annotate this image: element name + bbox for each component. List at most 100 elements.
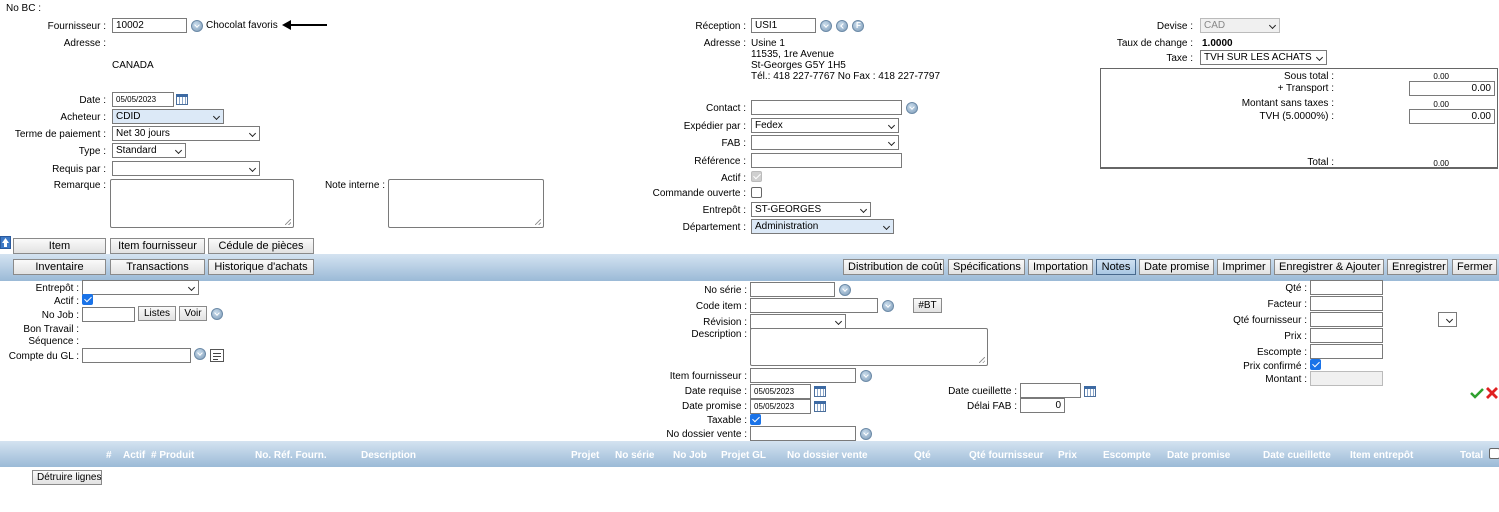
date-promised-calendar-icon[interactable] bbox=[814, 401, 826, 412]
remark-textarea[interactable] bbox=[110, 179, 294, 228]
contact-lookup-icon[interactable] bbox=[906, 102, 918, 114]
cost-distribution-button[interactable]: Distribution de coût bbox=[843, 259, 944, 275]
date-required-label: Date requise : bbox=[684, 386, 747, 397]
col-job: No Job bbox=[673, 450, 707, 461]
sales-file-label: No dossier vente : bbox=[666, 429, 747, 440]
lists-button[interactable]: Listes bbox=[138, 306, 176, 321]
price-label: Prix : bbox=[1284, 331, 1307, 342]
reception-prev-icon[interactable] bbox=[836, 20, 848, 32]
supplier-qty-input[interactable] bbox=[1310, 312, 1383, 327]
cancel-x-icon[interactable] bbox=[1486, 387, 1498, 399]
save-and-add-button[interactable]: Enregistrer & Ajouter bbox=[1274, 259, 1384, 275]
sales-file-input[interactable] bbox=[750, 426, 856, 441]
tab-item[interactable]: Item bbox=[13, 238, 106, 254]
tab-parts-schedule[interactable]: Cédule de pièces bbox=[208, 238, 314, 254]
active-checkbox[interactable] bbox=[751, 171, 762, 182]
gl-lookup-icon[interactable] bbox=[194, 348, 206, 360]
buyer-select[interactable]: CDID bbox=[112, 109, 224, 124]
reception-address-line-2: 11535, 1re Avenue bbox=[751, 49, 835, 60]
internal-note-textarea[interactable] bbox=[388, 179, 544, 228]
tab-inventory[interactable]: Inventaire bbox=[13, 259, 106, 275]
ship-select[interactable]: Fedex bbox=[751, 118, 899, 133]
gl-account-input[interactable] bbox=[82, 348, 191, 363]
taxable-checkbox[interactable] bbox=[750, 414, 761, 425]
type-select[interactable]: Standard bbox=[112, 143, 186, 158]
warehouse-select[interactable]: ST-GEORGES bbox=[751, 202, 871, 217]
save-button[interactable]: Enregistrer bbox=[1387, 259, 1448, 275]
qty-label: Qté : bbox=[1285, 283, 1307, 294]
fab-delay-input[interactable]: 0 bbox=[1020, 398, 1065, 413]
contact-input[interactable] bbox=[751, 100, 902, 115]
reception-address-line-1: Usine 1 bbox=[751, 38, 785, 49]
confirm-check-icon[interactable] bbox=[1470, 387, 1484, 399]
price-confirmed-checkbox[interactable] bbox=[1310, 359, 1321, 370]
amount-label: Montant : bbox=[1265, 374, 1307, 385]
reception-f-icon[interactable] bbox=[852, 20, 864, 32]
supplier-lookup-icon[interactable] bbox=[191, 20, 203, 32]
open-order-label: Commande ouverte : bbox=[652, 188, 746, 199]
fab-select[interactable] bbox=[751, 135, 899, 150]
tab-purchase-history[interactable]: Historique d'achats bbox=[208, 259, 314, 275]
transport-input[interactable]: 0.00 bbox=[1409, 81, 1495, 96]
print-button[interactable]: Imprimer bbox=[1217, 259, 1271, 275]
type-label: Type : bbox=[78, 146, 106, 157]
unit-select[interactable] bbox=[1438, 312, 1457, 327]
terms-label: Terme de paiement : bbox=[14, 129, 106, 140]
promise-date-button[interactable]: Date promise bbox=[1139, 259, 1214, 275]
date-input[interactable]: 05/05/2023 bbox=[112, 92, 174, 107]
factor-input[interactable] bbox=[1310, 296, 1383, 311]
tab-item-supplier[interactable]: Item fournisseur bbox=[110, 238, 205, 254]
item-code-input[interactable] bbox=[750, 298, 878, 313]
description-textarea[interactable] bbox=[750, 328, 988, 366]
delete-lines-button[interactable]: Détruire lignes bbox=[32, 470, 102, 485]
line-warehouse-select[interactable] bbox=[82, 280, 199, 295]
currency-select[interactable]: CAD bbox=[1200, 18, 1280, 33]
pick-date-calendar-icon[interactable] bbox=[1084, 386, 1096, 397]
revision-select[interactable] bbox=[750, 314, 846, 329]
requested-select[interactable] bbox=[112, 161, 260, 176]
import-button[interactable]: Importation bbox=[1028, 259, 1093, 275]
select-all-checkbox[interactable] bbox=[1489, 448, 1499, 459]
supplier-item-input[interactable] bbox=[750, 368, 856, 383]
supplier-code-input[interactable]: 10002 bbox=[112, 18, 187, 33]
job-input[interactable] bbox=[82, 307, 135, 322]
qty-input[interactable] bbox=[1310, 280, 1383, 295]
sales-file-lookup-icon[interactable] bbox=[860, 428, 872, 440]
terms-select[interactable]: Net 30 jours bbox=[112, 126, 260, 141]
tab-transactions[interactable]: Transactions bbox=[110, 259, 205, 275]
job-lookup-icon[interactable] bbox=[211, 308, 223, 320]
item-code-lookup-icon[interactable] bbox=[882, 300, 894, 312]
date-required-calendar-icon[interactable] bbox=[814, 386, 826, 397]
reception-address-line-3: St-Georges G5Y 1H5 bbox=[751, 60, 846, 71]
line-active-checkbox[interactable] bbox=[82, 294, 93, 305]
supplier-item-lookup-icon[interactable] bbox=[860, 370, 872, 382]
col-project: Projet bbox=[571, 450, 600, 461]
reception-lookup-icon[interactable] bbox=[820, 20, 832, 32]
department-select[interactable]: Administration bbox=[751, 219, 894, 234]
ship-label: Expédier par : bbox=[683, 121, 746, 132]
pick-date-input[interactable] bbox=[1020, 383, 1081, 398]
close-button[interactable]: Fermer bbox=[1452, 259, 1497, 275]
collapse-up-icon[interactable] bbox=[0, 236, 11, 249]
address-label: Adresse : bbox=[63, 38, 106, 49]
open-order-checkbox[interactable] bbox=[751, 187, 762, 198]
tax-select[interactable]: TVH SUR LES ACHATS bbox=[1200, 50, 1327, 65]
date-required-input[interactable]: 05/05/2023 bbox=[750, 384, 811, 399]
serial-input[interactable] bbox=[750, 282, 835, 297]
specifications-button[interactable]: Spécifications bbox=[948, 259, 1025, 275]
reference-input[interactable] bbox=[751, 153, 902, 168]
calendar-icon[interactable] bbox=[176, 94, 188, 105]
clipboard-icon[interactable] bbox=[210, 349, 224, 362]
col-sales-file: No dossier vente bbox=[787, 450, 868, 461]
date-promised-input[interactable]: 05/05/2023 bbox=[750, 399, 811, 414]
view-button[interactable]: Voir bbox=[179, 306, 207, 321]
discount-input[interactable] bbox=[1310, 344, 1383, 359]
price-input[interactable] bbox=[1310, 328, 1383, 343]
sequence-label: Séquence : bbox=[28, 336, 79, 347]
serial-lookup-icon[interactable] bbox=[839, 284, 851, 296]
notes-button[interactable]: Notes bbox=[1096, 259, 1136, 275]
reception-input[interactable]: USI1 bbox=[751, 18, 816, 33]
currency-label: Devise : bbox=[1156, 21, 1193, 32]
tvh-input[interactable]: 0.00 bbox=[1409, 109, 1495, 124]
bt-button[interactable]: #BT bbox=[913, 298, 942, 313]
